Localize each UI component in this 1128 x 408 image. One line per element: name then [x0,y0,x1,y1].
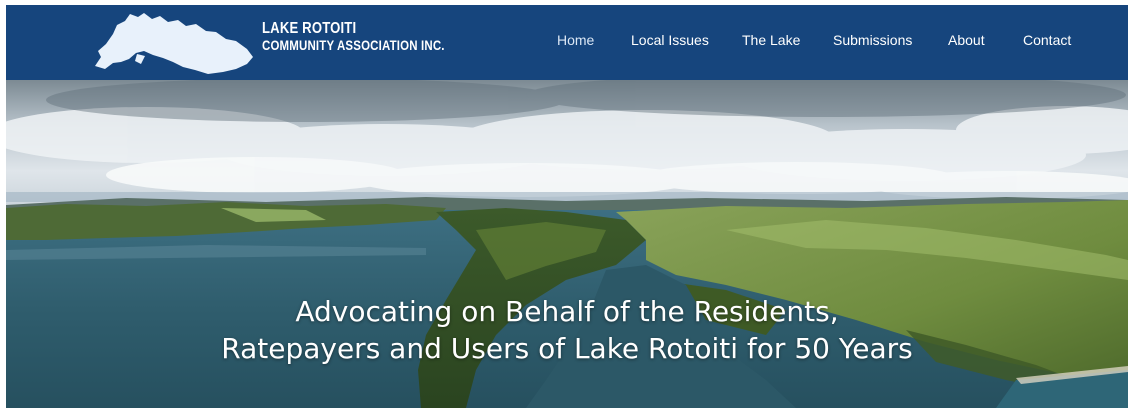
logo-subtitle: COMMUNITY ASSOCIATION INC. [262,36,445,53]
site-logo-link[interactable]: LAKE ROTOITI COMMUNITY ASSOCIATION INC. [84,5,444,80]
hero-heading-line2: Ratepayers and Users of Lake Rotoiti for… [221,332,913,365]
nav-item-submissions[interactable]: Submissions [833,32,912,48]
logo-text: LAKE ROTOITI COMMUNITY ASSOCIATION INC. [262,20,445,53]
nav-item-about[interactable]: About [948,32,985,48]
logo-title: LAKE ROTOITI [262,20,357,37]
hero-heading-line1: Advocating on Behalf of the Residents, [295,295,839,328]
nav-item-local-issues[interactable]: Local Issues [631,32,709,48]
hero-banner: Advocating on Behalf of the Residents, R… [6,80,1128,408]
nav-item-the-lake[interactable]: The Lake [742,32,800,48]
nav-item-contact[interactable]: Contact [1023,32,1071,48]
site-header: LAKE ROTOITI COMMUNITY ASSOCIATION INC. … [6,5,1128,80]
lake-outline-icon [95,13,253,74]
hero-heading: Advocating on Behalf of the Residents, R… [6,293,1128,367]
nav-item-home[interactable]: Home [557,32,594,48]
page: LAKE ROTOITI COMMUNITY ASSOCIATION INC. … [0,0,1128,408]
